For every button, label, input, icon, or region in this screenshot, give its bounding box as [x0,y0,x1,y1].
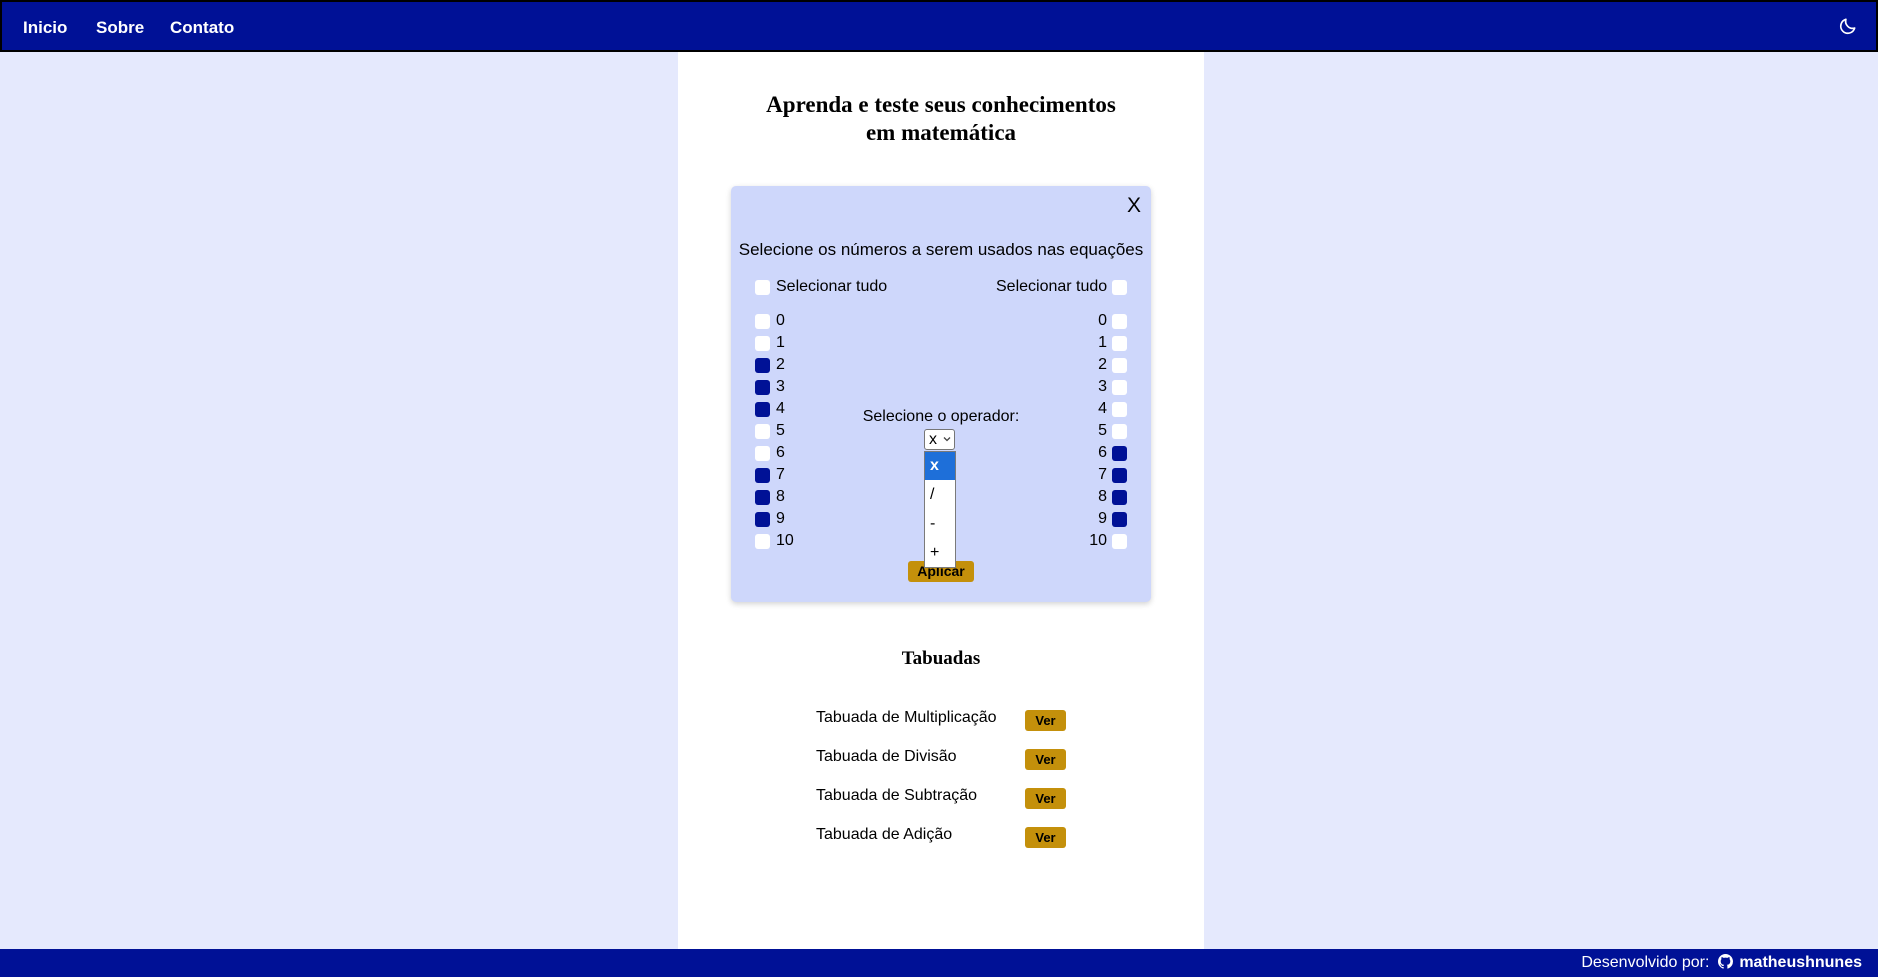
right-number-checkbox-10[interactable] [1112,534,1127,549]
right-number-label-10: 10 [1089,532,1107,549]
left-number-checkbox-6[interactable] [755,446,770,461]
footer-prefix: Desenvolvido por: [1581,954,1710,971]
tabuadas-title: Tabuadas [901,648,981,669]
ver-subtracao-button[interactable]: Ver [1025,788,1066,809]
right-number-checkbox-8[interactable] [1112,490,1127,505]
operator-option-divide[interactable]: / [925,481,955,509]
right-number-checkbox-5[interactable] [1112,424,1127,439]
right-number-label-3: 3 [1098,378,1107,395]
left-number-label-6: 6 [776,444,785,461]
page-title: Aprenda e teste seus conhecimentos em ma… [678,91,1204,147]
tabuada-subtracao-label: Tabuada de Subtração [816,787,978,804]
right-number-label-1: 1 [1098,334,1107,351]
chevron-down-icon [943,437,951,442]
right-number-checkbox-1[interactable] [1112,336,1127,351]
select-all-left-checkbox[interactable] [755,280,770,295]
left-number-label-7: 7 [776,466,785,483]
footer-username-link[interactable]: matheushnunes [1739,954,1862,971]
right-number-checkbox-7[interactable] [1112,468,1127,483]
select-all-left-label: Selecionar tudo [776,278,888,295]
page-title-line2: em matemática [865,120,1017,145]
left-number-label-2: 2 [776,356,785,373]
right-number-checkbox-9[interactable] [1112,512,1127,527]
ver-adicao-button[interactable]: Ver [1025,827,1066,848]
operator-select[interactable]: x [924,429,955,450]
left-number-checkbox-1[interactable] [755,336,770,351]
close-button[interactable]: X [1127,194,1141,218]
moon-icon[interactable] [1838,16,1858,36]
ver-divisao-button[interactable]: Ver [1025,749,1066,770]
modal-instruction: Selecione os números a serem usados nas … [738,240,1144,259]
left-number-checkbox-2[interactable] [755,358,770,373]
select-all-right-label: Selecionar tudo [996,278,1108,295]
operator-select-value: x [929,431,937,448]
right-number-label-6: 6 [1098,444,1107,461]
right-number-checkbox-0[interactable] [1112,314,1127,329]
left-number-checkbox-8[interactable] [755,490,770,505]
operator-label: Selecione o operador: [862,408,1020,425]
left-number-label-3: 3 [776,378,785,395]
left-number-checkbox-5[interactable] [755,424,770,439]
operator-option-multiply[interactable]: x [925,452,955,480]
right-number-label-9: 9 [1098,510,1107,527]
tabuada-divisao-label: Tabuada de Divisão [816,748,957,765]
left-number-checkbox-9[interactable] [755,512,770,527]
left-number-checkbox-7[interactable] [755,468,770,483]
left-number-label-9: 9 [776,510,785,527]
top-navbar: Inicio Sobre Contato [0,0,1878,52]
operator-option-add[interactable]: + [925,539,955,567]
operator-dropdown: x / - + [924,451,956,568]
right-number-label-2: 2 [1098,356,1107,373]
page-title-line1: Aprenda e teste seus conhecimentos [766,92,1116,117]
number-selection-modal: X Selecione os números a serem usados na… [731,186,1151,602]
github-icon [1717,954,1733,969]
right-number-checkbox-2[interactable] [1112,358,1127,373]
footer: Desenvolvido por: matheushnunes [0,949,1878,977]
footer-credit: Desenvolvido por: matheushnunes [1581,954,1862,972]
right-number-label-8: 8 [1098,488,1107,505]
ver-multiplicacao-button[interactable]: Ver [1025,710,1066,731]
left-number-label-8: 8 [776,488,785,505]
nav-link-sobre[interactable]: Sobre [96,18,144,38]
left-number-checkbox-3[interactable] [755,380,770,395]
nav-link-inicio[interactable]: Inicio [23,18,67,38]
left-number-label-1: 1 [776,334,785,351]
select-all-right-checkbox[interactable] [1112,280,1127,295]
left-number-checkbox-10[interactable] [755,534,770,549]
tabuada-multiplicacao-label: Tabuada de Multiplicação [816,709,997,726]
operator-option-subtract[interactable]: - [925,510,955,538]
left-number-checkbox-0[interactable] [755,314,770,329]
left-number-label-10: 10 [776,532,794,549]
right-number-label-7: 7 [1098,466,1107,483]
right-number-checkbox-6[interactable] [1112,446,1127,461]
right-number-checkbox-3[interactable] [1112,380,1127,395]
left-number-label-0: 0 [776,312,785,329]
nav-link-contato[interactable]: Contato [170,18,234,38]
right-number-label-0: 0 [1098,312,1107,329]
tabuada-adicao-label: Tabuada de Adição [816,826,953,843]
